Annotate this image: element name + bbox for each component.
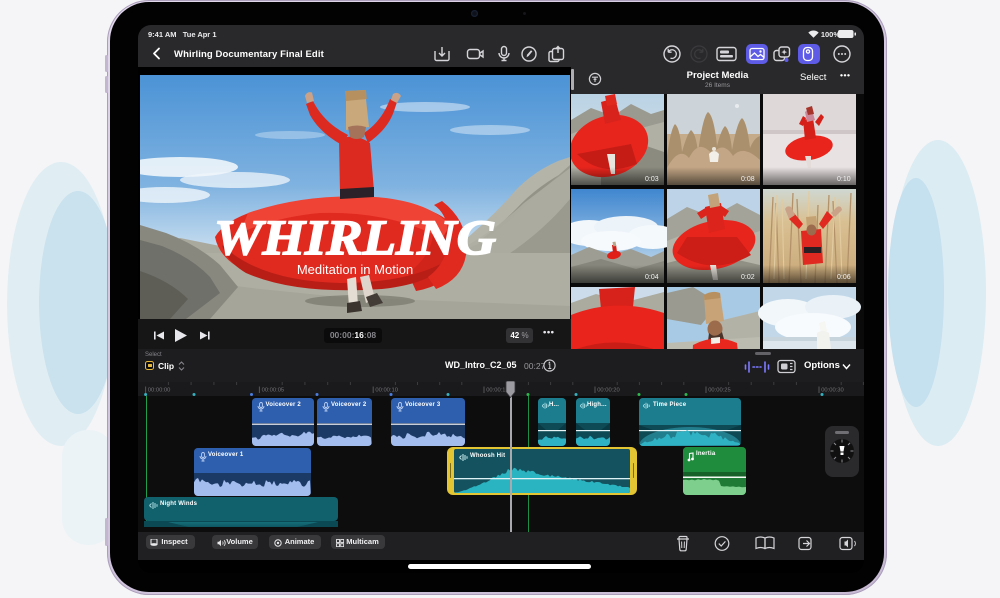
svg-text:00:00:25: 00:00:25 [708, 388, 731, 394]
svg-text:0:08: 0:08 [741, 176, 755, 183]
svg-text:00:00:20: 00:00:20 [597, 388, 620, 394]
svg-text:0:10: 0:10 [837, 176, 851, 183]
svg-text:00:00:00: 00:00:00 [148, 388, 171, 394]
svg-text:0:06: 0:06 [837, 274, 851, 281]
svg-text:0:03: 0:03 [645, 176, 659, 183]
svg-text:00:00:10: 00:00:10 [375, 388, 398, 394]
svg-text:Meditation in Motion: Meditation in Motion [297, 262, 413, 277]
svg-text:0:04: 0:04 [645, 274, 659, 281]
svg-text:0:02: 0:02 [741, 274, 755, 281]
svg-text:WHIRLING: WHIRLING [214, 209, 496, 265]
svg-text:00:00:05: 00:00:05 [262, 388, 285, 394]
svg-text:00:00:30: 00:00:30 [821, 388, 844, 394]
